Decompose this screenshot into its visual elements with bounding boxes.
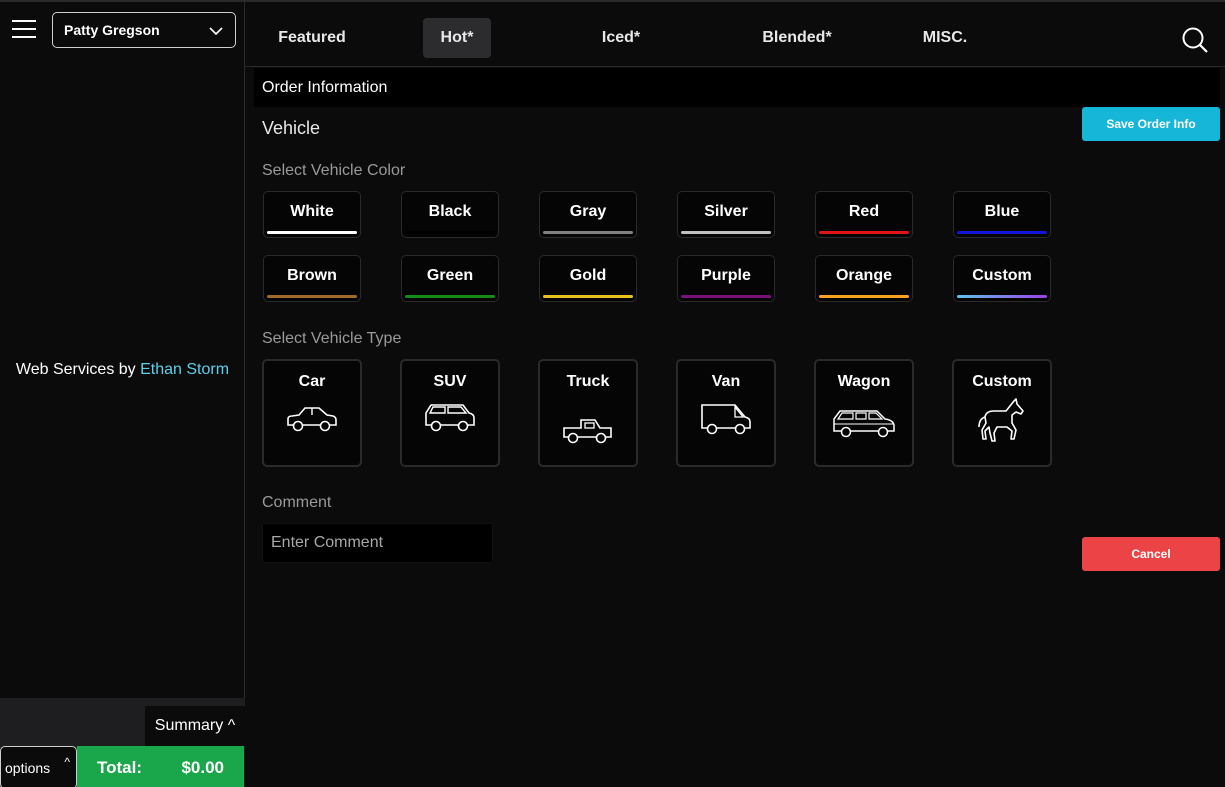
van-icon	[701, 404, 751, 435]
tab-iced[interactable]: Iced*	[583, 18, 659, 58]
user-select[interactable]: Patty Gregson	[52, 12, 236, 48]
type-label-text: Custom	[972, 373, 1032, 390]
color-gray-button[interactable]: Gray	[539, 191, 637, 238]
color-white-button[interactable]: White	[263, 191, 361, 238]
tab-blended[interactable]: Blended*	[745, 18, 849, 58]
color-bar	[957, 231, 1047, 234]
credit-text: Web Services by Ethan Storm	[0, 358, 245, 382]
color-bar	[819, 295, 909, 298]
color-bar	[405, 231, 495, 234]
color-green-button[interactable]: Green	[401, 255, 499, 302]
type-truck-button[interactable]: Truck	[538, 359, 638, 467]
color-bar	[543, 295, 633, 298]
footer-bar: Summary ^ options ^ Total: $0.00	[0, 698, 245, 787]
color-label-text: Custom	[972, 266, 1032, 284]
color-label-text: Green	[426, 266, 474, 284]
truck-icon	[563, 419, 612, 444]
left-panel: Patty Gregson Web Services by Ethan Stor…	[0, 0, 245, 787]
cancel-button[interactable]: Cancel	[1082, 537, 1220, 571]
total-button[interactable]: Total: $0.00	[77, 746, 244, 787]
car-icon	[287, 407, 337, 432]
color-bar	[957, 295, 1047, 298]
color-bar	[267, 295, 357, 298]
total-label: Total:	[97, 757, 143, 777]
comment-input[interactable]	[262, 523, 493, 563]
color-blue-button[interactable]: Blue	[953, 191, 1051, 238]
options-button[interactable]: options ^	[0, 746, 77, 787]
type-suv-button[interactable]: SUV	[400, 359, 500, 467]
color-purple-button[interactable]: Purple	[677, 255, 775, 302]
type-wagon-button[interactable]: Wagon	[814, 359, 914, 467]
summary-button[interactable]: Summary ^	[145, 706, 245, 746]
menu-icon[interactable]	[12, 20, 36, 38]
color-black-button[interactable]: Black	[401, 191, 499, 238]
color-bar	[681, 295, 771, 298]
color-label-text: Black	[428, 202, 472, 220]
comment-label: Comment	[262, 494, 332, 511]
tab-misc[interactable]: MISC.	[909, 18, 981, 58]
color-label-text: Silver	[704, 202, 748, 220]
type-van-button[interactable]: Van	[676, 359, 776, 467]
type-label-text: Van	[711, 373, 741, 390]
color-label-text: Gold	[569, 266, 607, 284]
color-brown-button[interactable]: Brown	[263, 255, 361, 302]
color-custom-button[interactable]: Custom	[953, 255, 1051, 302]
color-red-button[interactable]: Red	[815, 191, 913, 238]
search-icon[interactable]	[1181, 26, 1209, 54]
user-name: Patty Gregson	[64, 22, 160, 38]
tab-featured[interactable]: Featured	[264, 18, 360, 58]
color-label-text: Brown	[287, 266, 337, 284]
wagon-icon	[833, 410, 895, 438]
color-label-text: Blue	[984, 202, 1020, 220]
top-nav: Featured Hot* Iced* Blended* MISC.	[245, 0, 1225, 67]
color-label: Select Vehicle Color	[262, 162, 406, 179]
color-silver-button[interactable]: Silver	[677, 191, 775, 238]
color-bar	[819, 231, 909, 234]
color-bar	[405, 295, 495, 298]
color-label-text: Gray	[569, 202, 607, 220]
color-label-text: Purple	[701, 266, 751, 284]
chevron-down-icon	[209, 27, 223, 36]
color-label-text: Orange	[835, 266, 892, 284]
type-label-text: Wagon	[837, 373, 891, 390]
color-label-text: White	[290, 202, 334, 220]
type-car-button[interactable]: Car	[262, 359, 362, 467]
type-label-text: Truck	[566, 373, 610, 390]
color-bar	[543, 231, 633, 234]
suv-icon	[425, 404, 475, 432]
type-label-text: SUV	[433, 373, 467, 390]
credit-link[interactable]: Ethan Storm	[140, 361, 229, 378]
color-gold-button[interactable]: Gold	[539, 255, 637, 302]
caret-up-icon: ^	[64, 755, 70, 769]
save-order-button[interactable]: Save Order Info	[1082, 107, 1220, 141]
horse-icon	[978, 398, 1024, 442]
total-value: $0.00	[181, 757, 224, 777]
color-bar	[267, 231, 357, 234]
order-header: Order Information	[254, 68, 1220, 107]
options-label: options	[5, 759, 51, 776]
section-title: Vehicle	[262, 118, 321, 138]
type-label-text: Car	[298, 373, 326, 390]
tab-hot[interactable]: Hot*	[423, 18, 491, 58]
type-custom-button[interactable]: Custom	[952, 359, 1052, 467]
type-label: Select Vehicle Type	[262, 330, 402, 347]
color-label-text: Red	[848, 202, 880, 220]
color-bar	[681, 231, 771, 234]
credit-prefix: Web Services by	[15, 361, 141, 378]
color-orange-button[interactable]: Orange	[815, 255, 913, 302]
